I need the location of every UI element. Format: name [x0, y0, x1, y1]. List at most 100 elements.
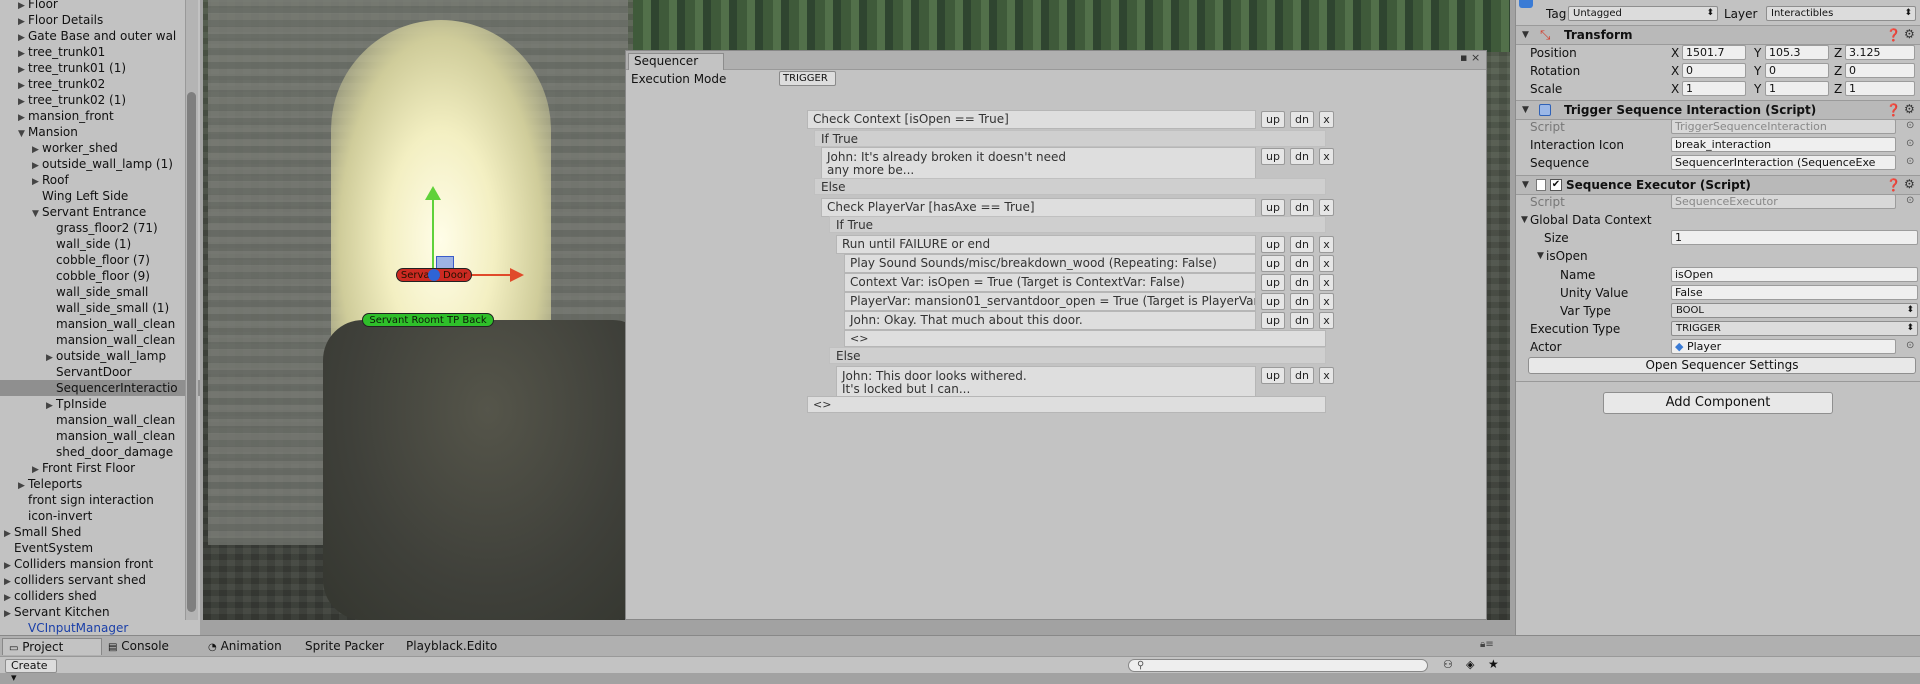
project-search-input[interactable]: ⚲ [1128, 659, 1428, 672]
hierarchy-item[interactable]: EventSystem [0, 540, 200, 556]
delete-button[interactable]: x [1319, 367, 1334, 384]
sequence-node-john-okay[interactable]: John: Okay. That much about this door. [844, 311, 1256, 330]
hierarchy-item[interactable]: ▶ tree_trunk01 (1) [0, 60, 200, 76]
tab-animation[interactable]: ◔ Animation [208, 638, 282, 655]
object-picker-icon[interactable]: ⊙ [1906, 340, 1914, 351]
expanded-arrow-icon[interactable]: ▼ [32, 206, 42, 220]
up-button[interactable]: up [1261, 111, 1285, 128]
filter-type-icon[interactable]: ⚇ [1443, 658, 1453, 671]
size-field[interactable]: 1 [1671, 230, 1918, 245]
object-picker-icon[interactable]: ⊙ [1906, 138, 1914, 149]
hierarchy-item[interactable]: shed_door_damage [0, 444, 200, 460]
sequence-field[interactable]: SequencerInteraction (SequenceExe [1671, 155, 1896, 170]
sequence-node-check-playervar[interactable]: Check PlayerVar [hasAxe == True] [821, 198, 1256, 217]
up-button[interactable]: up [1261, 199, 1285, 216]
hierarchy-item[interactable]: ▶ outside_wall_lamp [0, 348, 200, 364]
execution-type-dropdown[interactable]: TRIGGER ⬍ [1671, 321, 1918, 336]
create-button[interactable]: Create ▾ [5, 659, 57, 684]
down-button[interactable]: dn [1290, 274, 1314, 291]
collapsed-arrow-icon[interactable]: ▶ [18, 478, 28, 492]
down-button[interactable]: dn [1290, 367, 1314, 384]
hierarchy-item[interactable]: ▶ Floor Details [0, 12, 200, 28]
delete-button[interactable]: x [1319, 312, 1334, 329]
collapsed-arrow-icon[interactable]: ▶ [4, 558, 14, 572]
var-type-dropdown[interactable]: BOOL ⬍ [1671, 303, 1918, 318]
collapse-arrow-icon[interactable]: ▼ [1537, 251, 1544, 261]
hierarchy-item[interactable]: ▶ Floor [0, 0, 200, 12]
axis-y-label[interactable]: Y [1754, 64, 1761, 78]
collapse-arrow-icon[interactable]: ▼ [1521, 215, 1528, 225]
collapsed-arrow-icon[interactable]: ▶ [32, 158, 42, 172]
up-button[interactable]: up [1261, 236, 1285, 253]
axis-z-label[interactable]: Z [1834, 46, 1842, 60]
up-button[interactable]: up [1261, 148, 1285, 165]
actor-field[interactable]: ◆ Player [1671, 339, 1896, 354]
collapsed-arrow-icon[interactable]: ▶ [4, 606, 14, 620]
gizmo-y-axis[interactable] [432, 190, 434, 270]
collapse-arrow-icon[interactable]: ▼ [1522, 180, 1529, 190]
expanded-arrow-icon[interactable]: ▼ [18, 126, 28, 140]
hierarchy-item[interactable]: ▶ worker_shed [0, 140, 200, 156]
tab-project[interactable]: ▭ Project [2, 638, 102, 655]
axis-y-label[interactable]: Y [1754, 46, 1761, 60]
down-button[interactable]: dn [1290, 199, 1314, 216]
hierarchy-item[interactable]: mansion_wall_clean [0, 412, 200, 428]
down-button[interactable]: dn [1290, 236, 1314, 253]
delete-button[interactable]: x [1319, 293, 1334, 310]
hierarchy-item[interactable]: ▶ Teleports [0, 476, 200, 492]
tag-icon[interactable]: ◈ [1466, 658, 1474, 671]
hierarchy-item[interactable]: mansion_wall_clean [0, 332, 200, 348]
hierarchy-item[interactable]: ServantDoor [0, 364, 200, 380]
delete-button[interactable]: x [1319, 199, 1334, 216]
favorite-star-icon[interactable]: ★ [1488, 657, 1499, 671]
collapsed-arrow-icon[interactable]: ▶ [32, 174, 42, 188]
object-picker-icon[interactable]: ⊙ [1906, 120, 1914, 131]
gear-icon[interactable]: ⚙ [1904, 27, 1915, 41]
tab-playblack[interactable]: Playblack.Edito [406, 638, 497, 655]
scale-y-field[interactable]: 1 [1765, 81, 1829, 96]
sequence-node-empty2[interactable]: <> [807, 396, 1326, 413]
gear-icon[interactable]: ⚙ [1904, 102, 1915, 116]
delete-button[interactable]: x [1319, 274, 1334, 291]
hierarchy-item[interactable]: ▼ Mansion [0, 124, 200, 140]
axis-z-label[interactable]: Z [1834, 82, 1842, 96]
execution-mode-select[interactable]: TRIGGER [779, 71, 836, 86]
hierarchy-item[interactable]: mansion_wall_clean [0, 316, 200, 332]
hierarchy-item[interactable]: ▶ Front First Floor [0, 460, 200, 476]
sequence-node-empty1[interactable]: <> [844, 330, 1326, 347]
hierarchy-item[interactable]: ▶ Servant Kitchen [0, 604, 200, 620]
collapsed-arrow-icon[interactable]: ▶ [4, 590, 14, 604]
collapsed-arrow-icon[interactable]: ▶ [18, 62, 28, 76]
unity-value-field[interactable]: False [1671, 285, 1918, 300]
delete-button[interactable]: x [1319, 236, 1334, 253]
lock-icon[interactable]: 🔒︎≡ [1480, 639, 1494, 650]
collapsed-arrow-icon[interactable]: ▶ [32, 142, 42, 156]
gear-icon[interactable]: ⚙ [1904, 177, 1915, 191]
down-button[interactable]: dn [1290, 255, 1314, 272]
collapsed-arrow-icon[interactable]: ▶ [32, 462, 42, 476]
up-button[interactable]: up [1261, 255, 1285, 272]
down-button[interactable]: dn [1290, 111, 1314, 128]
hierarchy-item[interactable]: front sign interaction [0, 492, 200, 508]
scale-z-field[interactable]: 1 [1845, 81, 1915, 96]
transform-header[interactable]: ▼ ⤡ Transform ❓ ⚙ [1516, 25, 1920, 45]
scale-x-field[interactable]: 1 [1682, 81, 1746, 96]
axis-z-label[interactable]: Z [1834, 64, 1842, 78]
sequence-node-run-until[interactable]: Run until FAILURE or end [836, 235, 1256, 254]
collapsed-arrow-icon[interactable]: ▶ [18, 0, 28, 12]
axis-y-label[interactable]: Y [1754, 82, 1761, 96]
hierarchy-item[interactable]: ▼ Servant Entrance [0, 204, 200, 220]
collapsed-arrow-icon[interactable]: ▶ [18, 110, 28, 124]
tab-console[interactable]: ▤ Console [108, 638, 169, 655]
interaction-icon-field[interactable]: break_interaction [1671, 137, 1896, 152]
hierarchy-item[interactable]: VCInputManager [0, 620, 200, 635]
hierarchy-item[interactable]: Wing Left Side [0, 188, 200, 204]
open-sequencer-settings-button[interactable]: Open Sequencer Settings [1528, 357, 1916, 374]
hierarchy-item[interactable]: ▶ tree_trunk02 [0, 76, 200, 92]
down-button[interactable]: dn [1290, 312, 1314, 329]
tab-sequencer[interactable]: Sequencer [628, 53, 724, 70]
collapsed-arrow-icon[interactable]: ▶ [46, 398, 56, 412]
up-button[interactable]: up [1261, 312, 1285, 329]
collapsed-arrow-icon[interactable]: ▶ [18, 14, 28, 28]
hierarchy-item[interactable]: ▶ tree_trunk02 (1) [0, 92, 200, 108]
